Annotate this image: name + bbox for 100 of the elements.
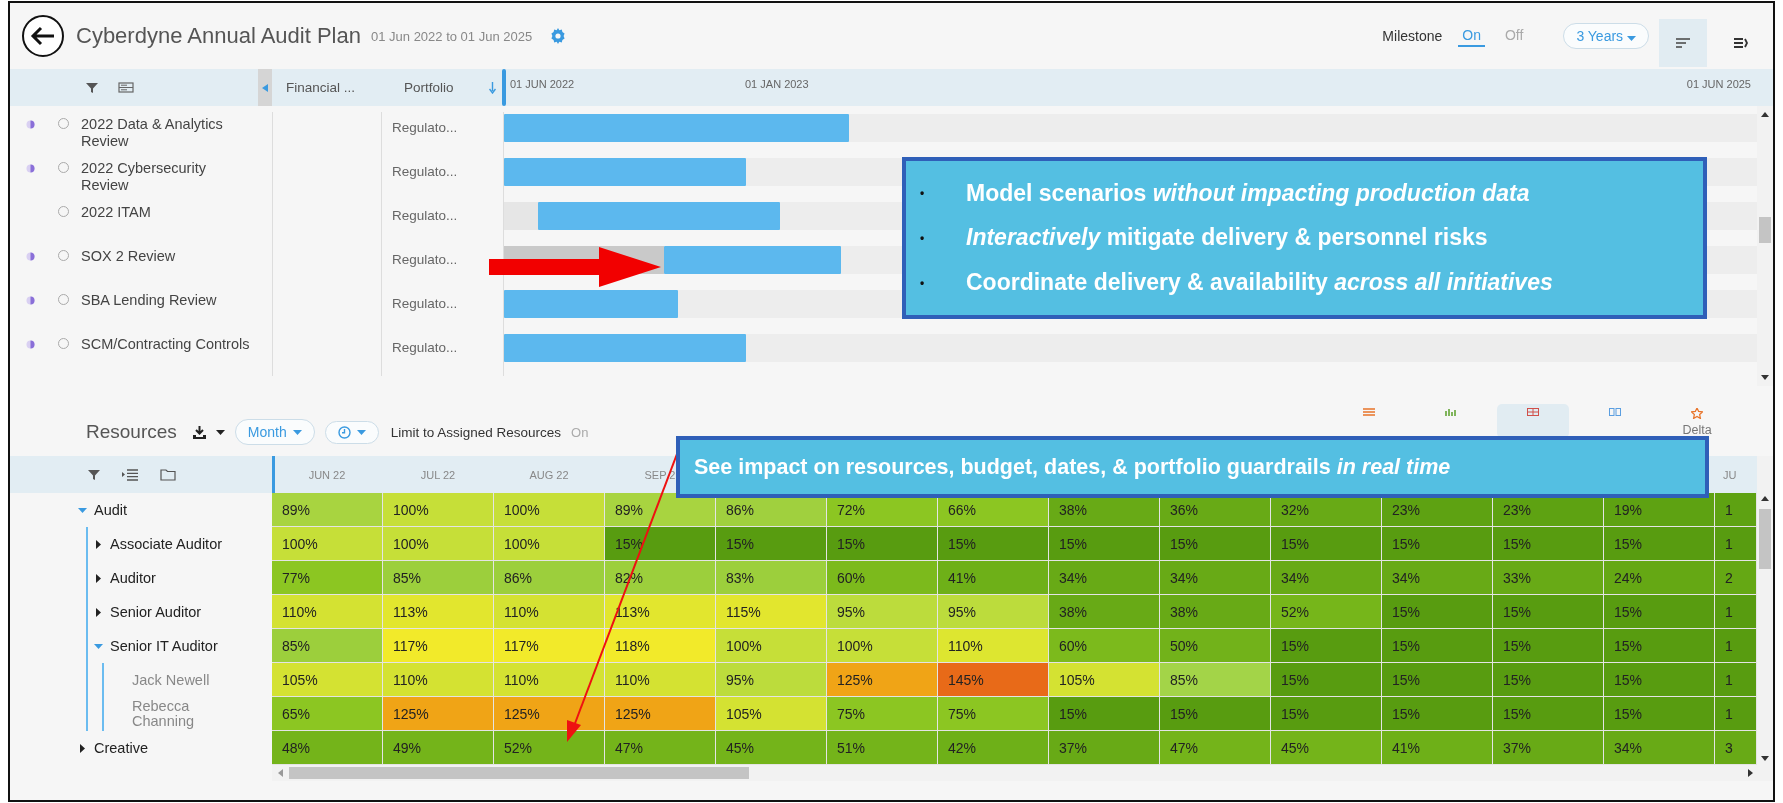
- resource-name[interactable]: Senior IT Auditor: [110, 638, 218, 654]
- filter-icon[interactable]: [88, 468, 100, 481]
- triangle-down-icon[interactable]: [1761, 756, 1769, 761]
- portfolio-value: Regulato...: [392, 208, 458, 223]
- initiative-name[interactable]: 2022 Cybersecurity Review: [81, 160, 251, 194]
- allocation-cell: 100%: [383, 493, 494, 527]
- lines-icon[interactable]: [1363, 408, 1375, 416]
- allocation-cell: 15%: [1271, 527, 1382, 561]
- scrollbar[interactable]: [1757, 106, 1773, 386]
- allocation-cell: 15%: [1382, 527, 1493, 561]
- arrow-icon: [489, 247, 661, 287]
- settings-icon[interactable]: [550, 28, 567, 44]
- caret-down-icon[interactable]: [292, 429, 302, 435]
- allocation-cell: 15%: [1382, 663, 1493, 697]
- resource-name[interactable]: Senior Auditor: [110, 604, 202, 620]
- caret-down-icon[interactable]: [1627, 36, 1636, 41]
- allocation-cell: 75%: [938, 697, 1049, 731]
- caret-icon[interactable]: [215, 429, 225, 435]
- triangle-up-icon[interactable]: [1761, 496, 1769, 501]
- scrollbar-thumb[interactable]: [289, 767, 749, 779]
- allocation-cell: 145%: [938, 663, 1049, 697]
- allocation-cell: 33%: [1493, 561, 1604, 595]
- allocation-cell: 52%: [494, 731, 605, 765]
- indent-list-icon[interactable]: [122, 468, 138, 481]
- list-icon[interactable]: [118, 82, 134, 93]
- resource-name[interactable]: Auditor: [110, 570, 156, 586]
- collapse-button[interactable]: [258, 69, 272, 106]
- allocation-cell: 34%: [1604, 731, 1715, 765]
- allocation-cell: 15%: [1604, 527, 1715, 561]
- star-icon[interactable]: [1691, 408, 1703, 419]
- allocation-cell: 52%: [1271, 595, 1382, 629]
- resource-name[interactable]: Associate Auditor: [110, 536, 223, 552]
- splitter-handle[interactable]: [272, 456, 275, 493]
- caret-down-icon[interactable]: [94, 641, 103, 651]
- caret-down-icon[interactable]: [78, 505, 87, 515]
- split-view-icon[interactable]: [1733, 37, 1749, 49]
- limit-label: Limit to Assigned Resources: [390, 424, 562, 440]
- folder-icon[interactable]: [160, 468, 176, 481]
- triangle-down-icon[interactable]: [1761, 375, 1769, 380]
- bars-view-button[interactable]: [1659, 19, 1707, 67]
- allocation-cell: 89%: [605, 493, 716, 527]
- initiative-name[interactable]: 2022 ITAM: [81, 204, 251, 221]
- grid-icon[interactable]: [1527, 408, 1539, 416]
- section-title: Resources: [86, 421, 177, 443]
- allocation-cell: 77%: [272, 561, 383, 595]
- caret-right-icon[interactable]: [94, 539, 103, 549]
- scrollbar-thumb[interactable]: [1759, 217, 1771, 243]
- filter-icon[interactable]: [86, 81, 98, 94]
- caret-right-icon[interactable]: [94, 573, 103, 583]
- sort-arrow-icon[interactable]: [489, 81, 496, 94]
- column-header[interactable]: Portfolio: [404, 80, 454, 95]
- milestone-label: Milestone: [1382, 28, 1443, 44]
- initiative-name[interactable]: SBA Lending Review: [81, 292, 251, 309]
- allocation-cell: 118%: [605, 629, 716, 663]
- back-button[interactable]: [22, 15, 64, 57]
- scrollbar[interactable]: [272, 765, 1773, 781]
- triangle-up-icon[interactable]: [1761, 112, 1769, 117]
- caret-right-icon[interactable]: [94, 607, 103, 617]
- caret-down-icon[interactable]: [356, 429, 366, 435]
- allocation-cell: 49%: [383, 731, 494, 765]
- allocation-cell: 110%: [272, 595, 383, 629]
- triangle-right-icon[interactable]: [1748, 769, 1753, 777]
- allocation-cell: 15%: [1604, 629, 1715, 663]
- allocation-cell: 15%: [1382, 629, 1493, 663]
- splitter-handle[interactable]: [502, 69, 506, 106]
- triangle-left-icon[interactable]: [278, 769, 283, 777]
- arrow-left-icon[interactable]: [30, 26, 56, 46]
- grid-tool-button[interactable]: [1497, 404, 1569, 438]
- download-icon[interactable]: [192, 425, 206, 439]
- initiative-name[interactable]: SCM/Contracting Controls: [81, 336, 251, 353]
- allocation-cell: 48%: [272, 731, 383, 765]
- timeline-date: 01 JAN 2023: [745, 78, 809, 90]
- bars-icon[interactable]: [1675, 37, 1691, 49]
- allocation-cell: 15%: [1049, 527, 1160, 561]
- scrollbar-thumb[interactable]: [1759, 509, 1771, 569]
- column-header[interactable]: Financial ...: [272, 69, 380, 106]
- columns-icon[interactable]: [1609, 408, 1621, 416]
- callout-text: Coordinate delivery & availability across all initiatives: [966, 269, 1553, 297]
- portfolio-value: Regulato...: [392, 340, 458, 355]
- scrollbar[interactable]: [1757, 456, 1773, 765]
- allocation-cell: 100%: [272, 527, 383, 561]
- allocation-cell: 125%: [494, 697, 605, 731]
- allocation-cell: 15%: [1493, 527, 1604, 561]
- clock-icon[interactable]: [337, 425, 351, 439]
- allocation-cell: 15%: [605, 527, 716, 561]
- resource-name[interactable]: Creative: [94, 740, 148, 756]
- initiative-name[interactable]: 2022 Data & Analytics Review: [81, 116, 251, 150]
- allocation-cell: 47%: [605, 731, 716, 765]
- caret-right-icon[interactable]: [78, 743, 87, 753]
- allocation-cell: 95%: [716, 663, 827, 697]
- allocation-cell: 45%: [1271, 731, 1382, 765]
- initiative-name[interactable]: SOX 2 Review: [81, 248, 251, 265]
- allocation-cell: 100%: [494, 493, 605, 527]
- allocation-cell: 15%: [1160, 527, 1271, 561]
- triangle-left-icon[interactable]: [262, 83, 268, 92]
- allocation-cell: 15%: [1382, 595, 1493, 629]
- resource-name[interactable]: Audit: [94, 502, 128, 518]
- bar-chart-icon[interactable]: [1445, 408, 1457, 416]
- clock-dropdown[interactable]: [324, 420, 379, 444]
- star-tool-button[interactable]: Delta: [1661, 404, 1733, 438]
